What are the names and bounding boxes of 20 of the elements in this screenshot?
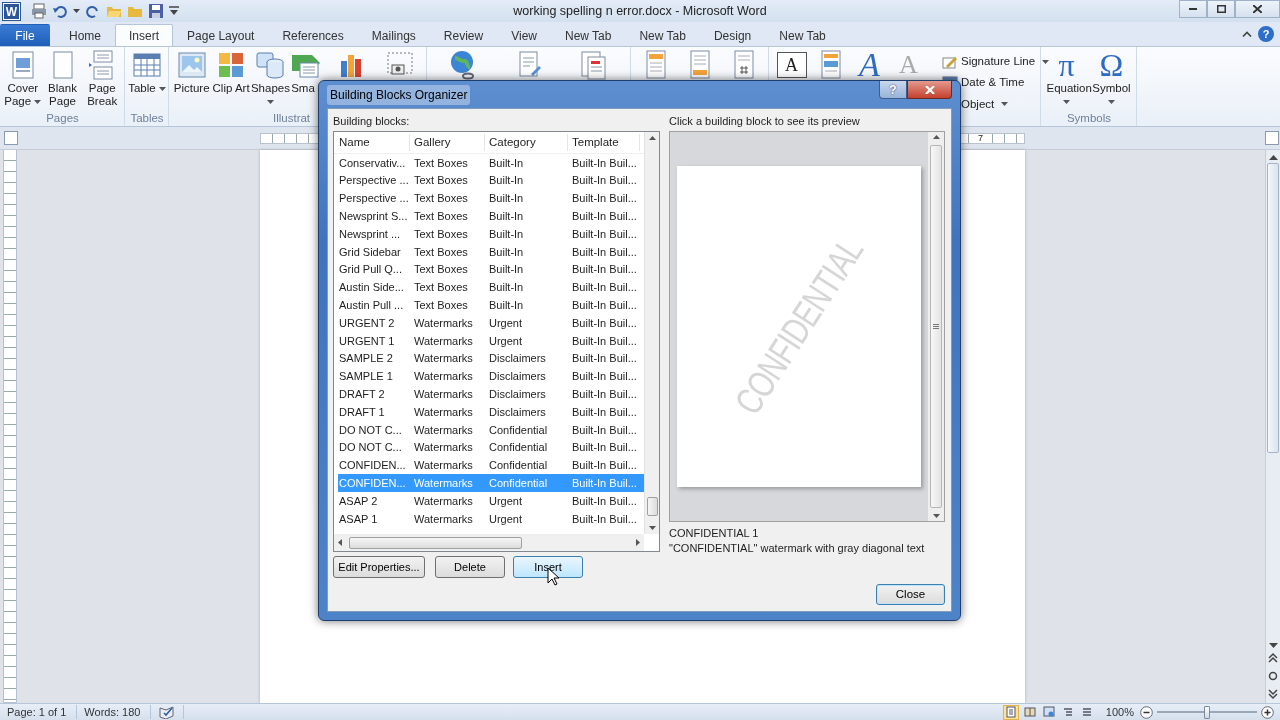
symbol-glyph: Ω [1099, 49, 1124, 81]
block-description: "CONFIDENTIAL" watermark with gray diagonal text [669, 541, 926, 556]
wordart-glyph: A [859, 49, 880, 81]
app-logo: W [3, 2, 20, 20]
group-label: Symbols [1066, 112, 1112, 124]
textbox-glyph: A [776, 52, 807, 78]
zoom-level: 100% [1105, 704, 1134, 720]
word-count: Words: 180 [77, 705, 152, 719]
ruler-number: 7 [977, 133, 984, 143]
dialog-title: Building Blocks Organizer [327, 84, 471, 105]
group-label: Tables [130, 112, 164, 124]
group-label: Pages [46, 112, 79, 124]
block-name: CONFIDENTIAL 1 [669, 526, 760, 541]
equation-glyph: π [1058, 49, 1075, 81]
window-title: working spelling n error.docx - Microsoft Word [513, 2, 767, 20]
dropcap-glyph: A [899, 49, 918, 81]
field-label: Click a building block to see its preview [669, 114, 861, 129]
field-label: Building blocks: [333, 114, 411, 129]
page-count: Page: 1 of 1 [0, 705, 78, 719]
group-label: Illustrat [273, 112, 311, 124]
